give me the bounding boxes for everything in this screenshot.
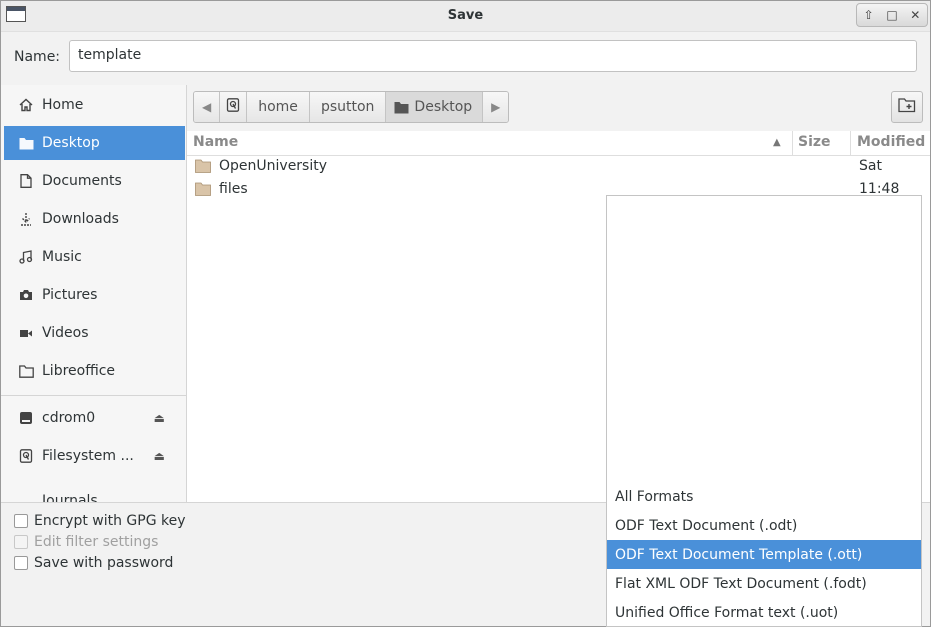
sidebar-item-filesystem[interactable]: Filesystem ... ⏏ — [4, 439, 185, 473]
column-divider — [850, 131, 851, 155]
download-icon — [18, 211, 34, 227]
menu-item-all-formats[interactable]: All Formats — [607, 482, 921, 511]
home-icon — [18, 97, 34, 113]
path-bar: ◀ home psutton Desktop ▶ — [187, 85, 930, 131]
dialog-title: Save — [447, 8, 484, 23]
sidebar-item-label: Libreoffice — [42, 363, 116, 379]
chevron-right-icon: ▶ — [491, 100, 501, 114]
title-bar[interactable]: Save ⇧ □ ✕ — [1, 1, 930, 32]
checkbox-box[interactable] — [14, 556, 28, 570]
menu-item-fodt[interactable]: Flat XML ODF Text Document (.fodt) — [607, 569, 921, 598]
window-controls: ⇧ □ ✕ — [856, 3, 928, 27]
sidebar-item-desktop[interactable]: Desktop — [4, 126, 185, 160]
eject-icon[interactable]: ⏏ — [154, 411, 165, 425]
drive-icon — [18, 410, 34, 426]
checkbox-box[interactable] — [14, 514, 28, 528]
sidebar-separator — [1, 395, 186, 396]
name-bar: Name: template — [1, 32, 930, 84]
close-icon[interactable]: ✕ — [906, 8, 924, 22]
file-name: files — [219, 181, 248, 197]
path-forward-button[interactable]: ▶ — [483, 92, 509, 122]
sidebar-item-cdrom0[interactable]: cdrom0 ⏏ — [4, 401, 185, 435]
path-crumb-desktop[interactable]: Desktop — [386, 92, 484, 122]
checkbox-label: Edit filter settings — [34, 534, 159, 550]
checkbox-label: Save with password — [34, 555, 174, 571]
file-modified: Sat — [859, 158, 882, 174]
desktop-folder-icon — [18, 135, 34, 151]
filename-input[interactable]: template — [69, 40, 917, 72]
checkbox-label: Encrypt with GPG key — [34, 513, 186, 529]
new-folder-icon — [898, 97, 916, 117]
sidebar-item-label: Desktop — [42, 135, 100, 151]
sidebar-item-label: Filesystem ... — [42, 448, 134, 464]
save-with-password-checkbox[interactable]: Save with password — [14, 555, 173, 571]
column-size-header[interactable]: Size — [798, 134, 831, 150]
path-root-button[interactable] — [220, 92, 248, 122]
camera-icon — [18, 287, 34, 303]
sidebar-item-label: Videos — [42, 325, 89, 341]
harddisk-icon — [226, 98, 240, 116]
eject-icon[interactable]: ⏏ — [154, 449, 165, 463]
name-label: Name: — [14, 49, 61, 65]
path-back-button[interactable]: ◀ — [194, 92, 221, 122]
folder-icon — [195, 182, 211, 196]
menu-item-odt[interactable]: ODF Text Document (.odt) — [607, 511, 921, 540]
file-list-header: Name ▲ Size Modified — [187, 131, 930, 156]
chevron-left-icon: ◀ — [202, 100, 212, 114]
sidebar-item-home[interactable]: Home — [4, 88, 185, 122]
sidebar-item-libreoffice[interactable]: Libreoffice — [4, 354, 185, 388]
sidebar-item-music[interactable]: Music — [4, 240, 185, 274]
encrypt-gpg-checkbox[interactable]: Encrypt with GPG key — [14, 513, 186, 529]
file-name: OpenUniversity — [219, 158, 328, 174]
sidebar-item-documents[interactable]: Documents — [4, 164, 185, 198]
sidebar-item-label: cdrom0 — [42, 410, 96, 426]
edit-filter-settings-checkbox: Edit filter settings — [14, 534, 158, 550]
video-icon — [18, 325, 34, 341]
sidebar-item-pictures[interactable]: Pictures — [4, 278, 185, 312]
sidebar-item-label: Home — [42, 97, 84, 113]
shade-icon[interactable]: ⇧ — [860, 8, 878, 22]
path-crumb-label: Desktop — [414, 99, 473, 115]
sidebar-item-label: Music — [42, 249, 82, 265]
places-sidebar: Home Desktop Documents Downloads Music P… — [1, 85, 187, 502]
sidebar-item-videos[interactable]: Videos — [4, 316, 185, 350]
column-divider — [792, 131, 793, 155]
harddisk-icon — [18, 448, 34, 464]
document-icon — [18, 173, 34, 189]
sidebar-item-downloads[interactable]: Downloads — [4, 202, 185, 236]
column-modified-header[interactable]: Modified — [857, 134, 925, 150]
sidebar-item-partial[interactable]: Journals — [42, 493, 98, 502]
checkbox-box — [14, 535, 28, 549]
folder-icon — [195, 159, 211, 173]
sidebar-item-label: Downloads — [42, 211, 119, 227]
file-type-dropdown-menu: All Formats ODF Text Document (.odt) ODF… — [606, 195, 922, 627]
breadcrumb: ◀ home psutton Desktop ▶ — [193, 91, 510, 123]
maximize-icon[interactable]: □ — [883, 8, 901, 22]
path-crumb-user[interactable]: psutton — [309, 92, 387, 122]
menu-item-ott[interactable]: ODF Text Document Template (.ott) — [607, 540, 921, 569]
path-crumb-home[interactable]: home — [247, 92, 310, 122]
column-name-header[interactable]: Name — [193, 134, 238, 150]
music-icon — [18, 249, 34, 265]
sort-ascending-icon: ▲ — [773, 137, 781, 148]
menu-item-uot[interactable]: Unified Office Format text (.uot) — [607, 598, 921, 627]
folder-icon — [18, 363, 34, 379]
sidebar-item-label: Documents — [42, 173, 122, 189]
sidebar-item-label: Pictures — [42, 287, 98, 303]
folder-icon — [394, 101, 409, 114]
file-row[interactable]: OpenUniversity Sat — [187, 155, 930, 178]
create-folder-button[interactable] — [891, 91, 923, 123]
